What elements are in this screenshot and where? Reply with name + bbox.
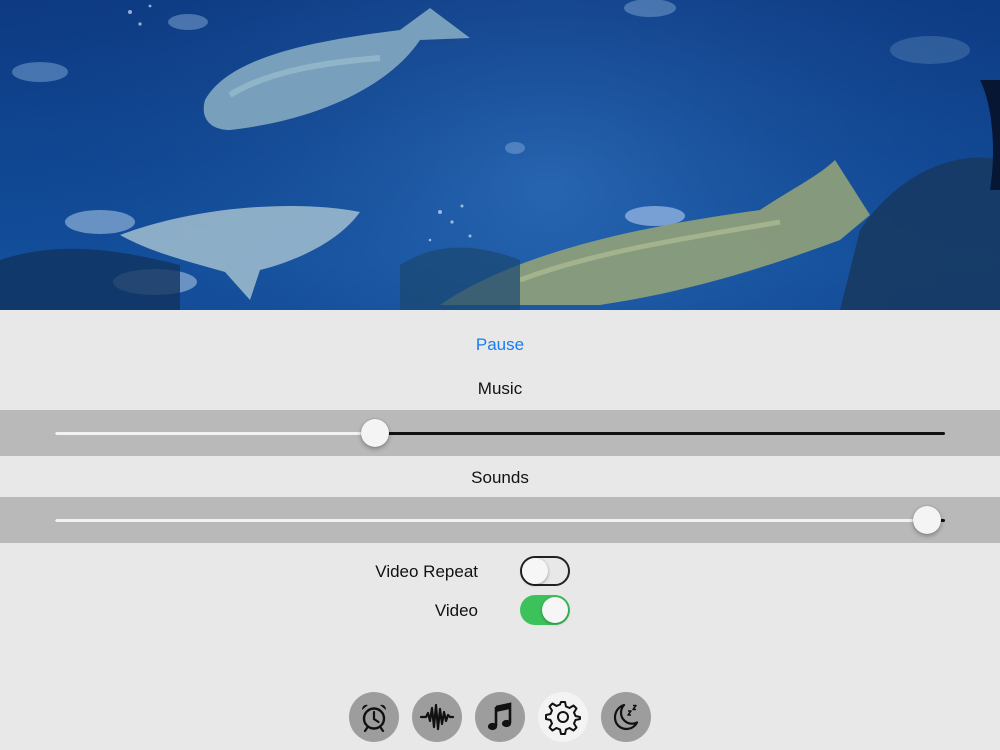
sounds-volume-slider[interactable]: [55, 519, 945, 522]
waveform-icon: [419, 703, 455, 731]
music-volume-slider[interactable]: [55, 432, 945, 435]
video-label: Video: [434, 601, 478, 620]
bottom-tab-bar: [348, 692, 652, 744]
alarm-clock-icon: [362, 704, 386, 733]
sounds-slider-fill: [55, 519, 928, 522]
settings-panel: Pause Music Sounds Video Repeat Video: [0, 310, 1000, 750]
video-repeat-row: Video Repeat: [0, 556, 1000, 588]
sleep-moon-icon: [613, 703, 639, 731]
toggle-knob: [542, 597, 568, 623]
app-window: Pause Music Sounds Video Repeat Video: [0, 0, 1000, 750]
video-repeat-label: Video Repeat: [375, 562, 478, 581]
video-row: Video: [0, 595, 1000, 627]
tab-alarm[interactable]: [349, 692, 399, 742]
sounds-volume-label: Sounds: [471, 468, 529, 487]
tab-music[interactable]: [475, 692, 525, 742]
video-toggle[interactable]: [520, 595, 570, 625]
music-slider-fill: [55, 432, 376, 435]
music-slider-band: [0, 410, 1000, 456]
tab-sounds[interactable]: [412, 692, 462, 742]
music-volume-label: Music: [477, 379, 523, 398]
tab-sleep[interactable]: [601, 692, 651, 742]
tab-settings[interactable]: [538, 692, 588, 742]
sounds-slider-thumb[interactable]: [913, 506, 942, 534]
music-note-icon: [487, 702, 512, 731]
sounds-slider-band: [0, 497, 1000, 543]
pause-button[interactable]: Pause: [0, 335, 1000, 355]
toggle-knob: [522, 558, 548, 584]
gear-icon: [545, 701, 581, 735]
video-repeat-toggle[interactable]: [520, 556, 570, 586]
music-slider-thumb[interactable]: [361, 419, 390, 447]
